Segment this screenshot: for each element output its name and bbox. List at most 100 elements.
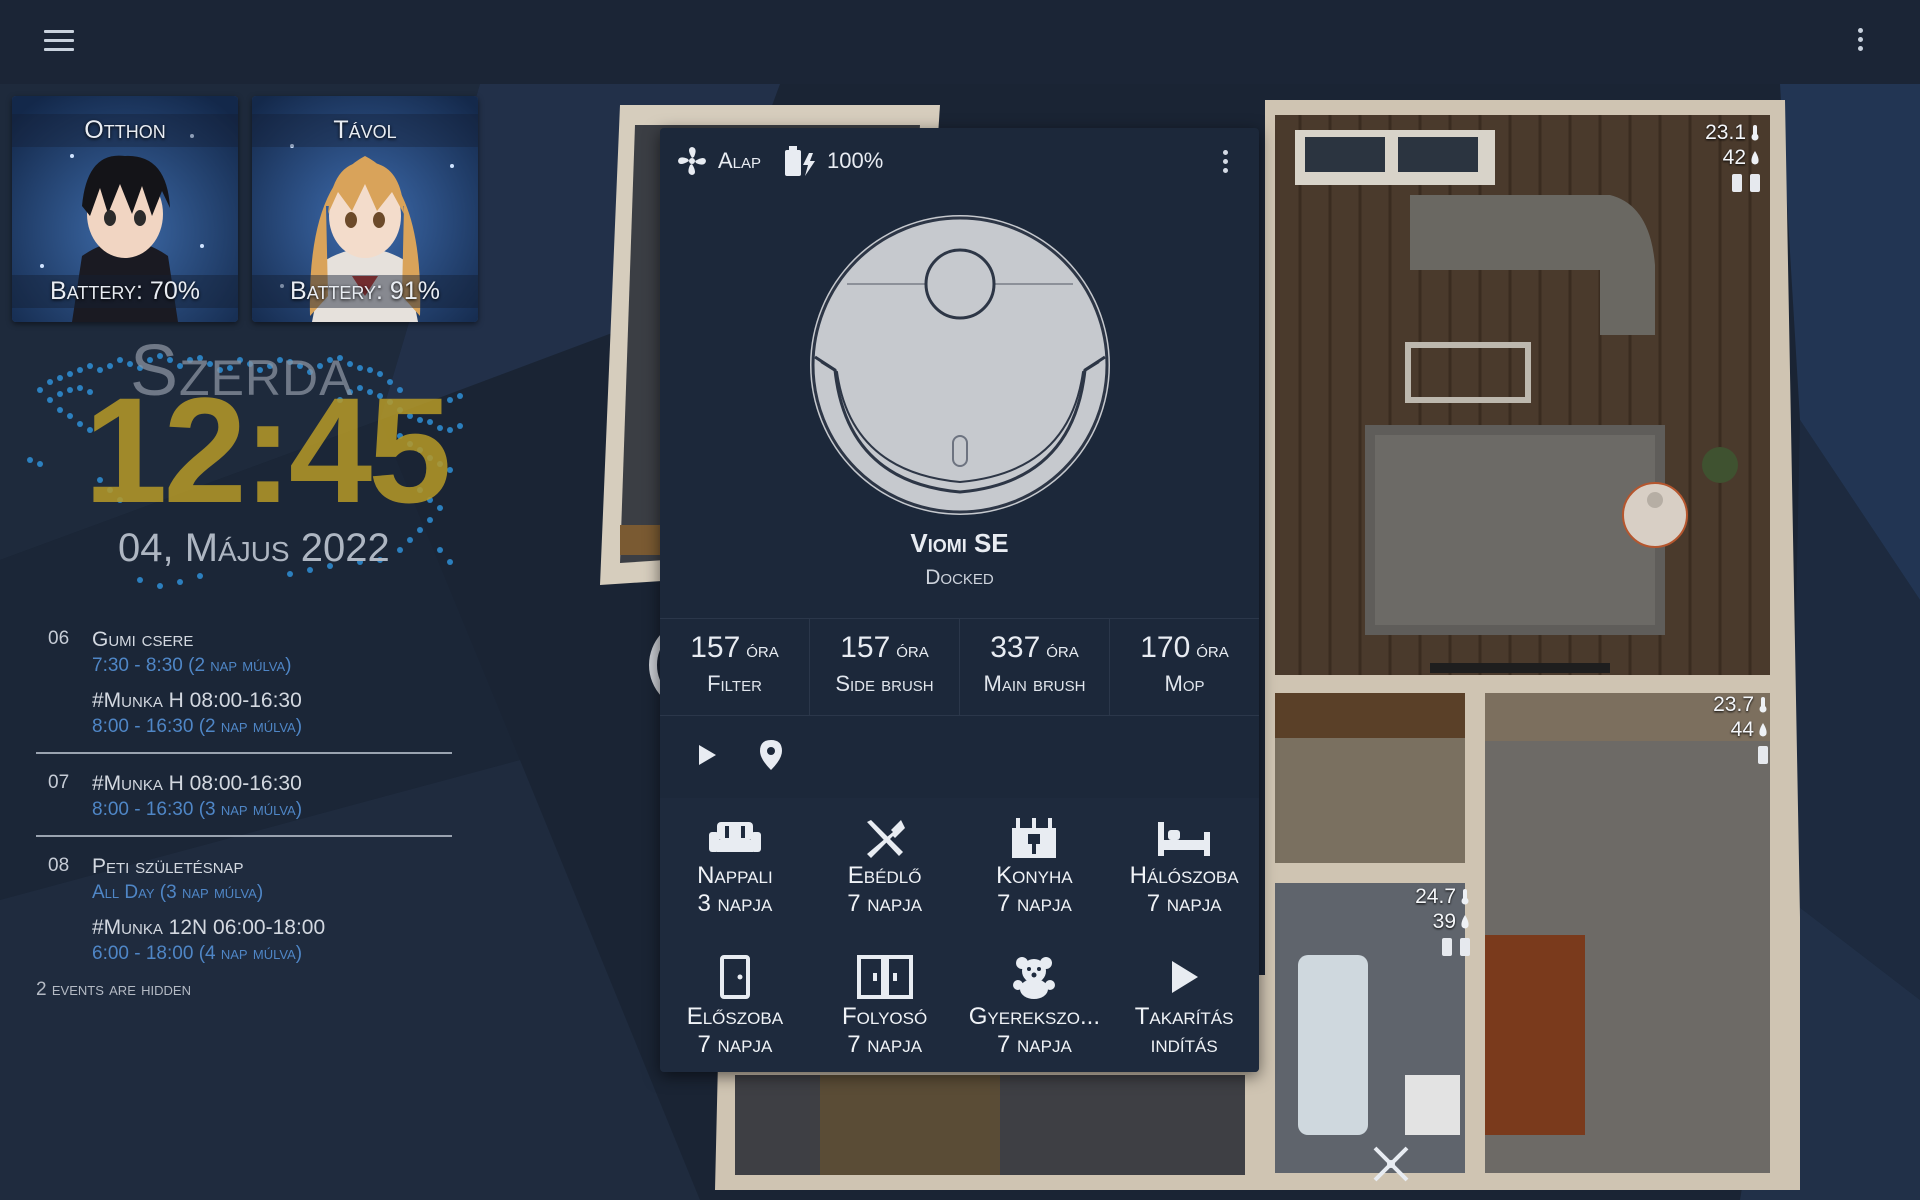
map-pin-icon	[760, 740, 782, 770]
consumables-stats: 157 óra Filter 157 óra Side brush 337 óra M…	[660, 618, 1259, 716]
calendar-day: 06 Gumi csere 7:30 - 8:30 (2 nap múlva) …	[36, 620, 456, 742]
stat-label: Mop	[1164, 671, 1205, 696]
room-last-cleaned: indítás	[1150, 1031, 1218, 1058]
double-door-icon	[856, 955, 913, 999]
battery-icon	[1758, 746, 1768, 765]
vacuum-header: Alap 100%	[676, 144, 905, 178]
vacuum-name: Viomi SE	[910, 528, 1009, 558]
calendar-day-number: 07	[48, 772, 70, 793]
person-battery: Battery: 70%	[12, 275, 238, 308]
stat-label: Main brush	[983, 671, 1086, 696]
room-name: Ebédlő	[847, 862, 922, 889]
vacuum-status: Docked	[925, 566, 994, 589]
stat-label: Side brush	[835, 671, 934, 696]
room-last-cleaned: 7 napja	[996, 890, 1072, 917]
room-name: Hálószoba	[1129, 862, 1239, 889]
battery-chip[interactable]: 100%	[783, 145, 883, 177]
hidden-events-note: 2 events are hidden	[36, 979, 191, 1000]
room-ebedlo[interactable]: Ebédlő 7 napja	[810, 798, 960, 935]
stat-unit: óra	[1196, 637, 1229, 662]
play-icon	[699, 745, 716, 765]
room-name: Folyosó	[842, 1003, 928, 1030]
person-card-tavol[interactable]: Távol Battery: 91%	[252, 96, 478, 322]
stat-value: 157	[840, 631, 891, 664]
room-last-cleaned: 3 napja	[697, 890, 773, 917]
calendar-widget: 06 Gumi csere 7:30 - 8:30 (2 nap múlva) …	[36, 620, 456, 1001]
thermometer-icon	[1759, 697, 1767, 713]
sensor-living[interactable]: 23.1 42	[1660, 120, 1760, 195]
person-battery: Battery: 91%	[252, 275, 478, 308]
person-card-otthon[interactable]: Otthon Battery: 70%	[12, 96, 238, 322]
stat-mop[interactable]: 170 óra Mop	[1110, 619, 1259, 715]
person-name: Távol	[252, 114, 478, 147]
battery-level: 100%	[827, 148, 884, 173]
event-time: All Day (3 nap múlva)	[92, 882, 264, 903]
room-last-cleaned: 7 napja	[847, 1031, 923, 1058]
stove-icon	[1012, 818, 1057, 858]
room-name: Gyerekszo...	[968, 1003, 1100, 1030]
play-button[interactable]	[690, 738, 724, 772]
battery-icon	[1442, 938, 1452, 957]
room-name: Konyha	[996, 862, 1073, 889]
event-title: #Munka 12N 06:00-18:00	[92, 916, 326, 939]
humidity-icon	[1461, 915, 1469, 929]
room-last-cleaned: 7 napja	[847, 890, 923, 917]
door-icon	[719, 955, 750, 999]
bed-icon	[1158, 822, 1211, 856]
fan-icon	[678, 147, 706, 175]
start-cleaning-button[interactable]: Takarítás indítás	[1109, 935, 1259, 1072]
stat-unit: óra	[1046, 637, 1079, 662]
room-haloszoba[interactable]: Hálószoba 7 napja	[1109, 798, 1259, 935]
overflow-menu-icon[interactable]	[1852, 28, 1868, 58]
room-name: Előszoba	[686, 1003, 784, 1030]
fan-toggle-icon[interactable]	[1371, 1144, 1411, 1184]
room-gyerekszoba[interactable]: Gyerekszo... 7 napja	[960, 935, 1110, 1072]
calendar-event[interactable]: Gumi csere 7:30 - 8:30 (2 nap múlva)	[92, 620, 456, 681]
room-eloszoba[interactable]: Előszoba 7 napja	[660, 935, 810, 1072]
room-nappali[interactable]: Nappali 3 napja	[660, 798, 810, 935]
room-grid: Nappali 3 napja Ebédlő 7 napja Konyha 7 …	[660, 798, 1259, 1072]
top-app-bar	[0, 0, 1920, 84]
thermometer-icon	[1751, 125, 1759, 141]
sensor-bathroom[interactable]: 24.7 39	[1370, 884, 1470, 959]
event-time: 8:00 - 16:30 (3 nap múlva)	[92, 799, 303, 820]
calendar-event[interactable]: #Munka 12N 06:00-18:00 6:00 - 18:00 (4 n…	[92, 908, 456, 969]
teddy-bear-icon	[1013, 957, 1056, 999]
fan-speed-label: Alap	[718, 148, 762, 173]
room-name: Takarítás	[1134, 1003, 1234, 1030]
room-konyha[interactable]: Konyha 7 napja	[960, 798, 1110, 935]
calendar-event[interactable]: Peti születésnap All Day (3 nap múlva)	[92, 847, 456, 908]
event-title: #Munka H 08:00-16:30	[92, 689, 302, 712]
stat-unit: óra	[896, 637, 929, 662]
sensor-bedroom[interactable]: 23.7 44	[1668, 692, 1768, 767]
fan-speed-chip[interactable]: Alap	[676, 145, 761, 177]
clock-time: 12:45	[84, 366, 452, 534]
event-title: #Munka H 08:00-16:30	[92, 772, 302, 795]
stat-side-brush[interactable]: 157 óra Side brush	[810, 619, 960, 715]
event-title: Peti születésnap	[92, 855, 244, 878]
robot-vacuum-image	[810, 215, 1110, 515]
calendar-day-number: 06	[48, 628, 70, 649]
thermometer-icon	[1461, 889, 1469, 905]
battery-icon	[1750, 174, 1760, 193]
calendar-event[interactable]: #Munka H 08:00-16:30 8:00 - 16:30 (2 nap…	[92, 681, 456, 742]
room-name: Nappali	[697, 862, 773, 889]
hamburger-menu-icon[interactable]	[44, 30, 74, 54]
room-folyoso[interactable]: Folyosó 7 napja	[810, 935, 960, 1072]
stat-value: 337	[990, 631, 1041, 664]
event-time: 8:00 - 16:30 (2 nap múlva)	[92, 716, 303, 737]
stat-filter[interactable]: 157 óra Filter	[660, 619, 810, 715]
sofa-icon	[708, 822, 761, 852]
locate-button[interactable]	[754, 738, 788, 772]
calendar-event[interactable]: #Munka H 08:00-16:30 8:00 - 16:30 (3 nap…	[92, 764, 456, 825]
play-icon	[1172, 961, 1199, 993]
stat-value: 170	[1140, 631, 1191, 664]
stat-label: Filter	[707, 671, 762, 696]
humidity-icon	[1759, 723, 1767, 737]
stat-main-brush[interactable]: 337 óra Main brush	[960, 619, 1110, 715]
sensor-temperature: 23.1	[1705, 121, 1746, 144]
vacuum-more-icon[interactable]	[1219, 150, 1231, 180]
event-time: 6:00 - 18:00 (4 nap múlva)	[92, 943, 303, 964]
stat-unit: óra	[746, 637, 779, 662]
calendar-divider	[36, 752, 452, 754]
